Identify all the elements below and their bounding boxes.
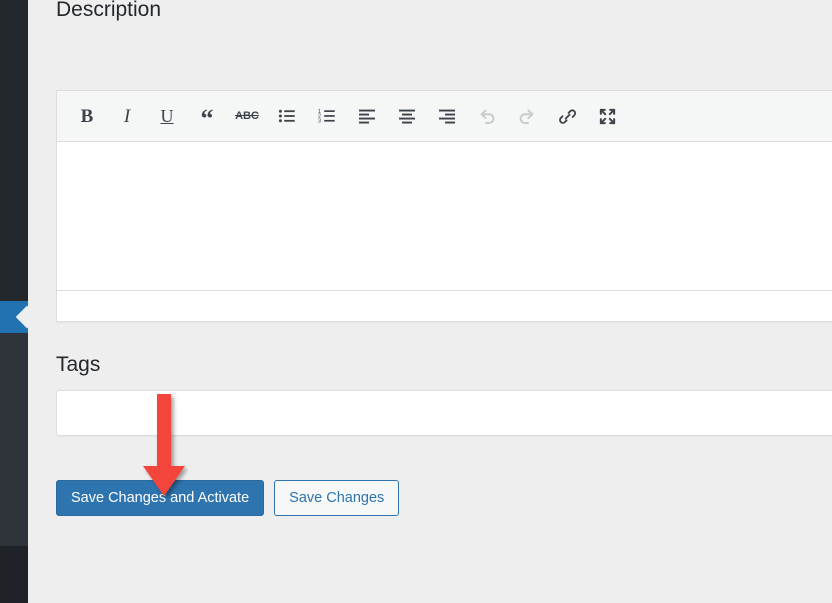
editor-toolbar: B I U “ ABC 1 2 3 (57, 91, 832, 142)
link-icon[interactable] (550, 99, 584, 133)
italic-icon[interactable]: I (110, 99, 144, 133)
sidebar-segment-middle (0, 333, 28, 546)
blockquote-glyph: “ (200, 104, 214, 133)
fullscreen-icon[interactable] (590, 99, 624, 133)
align-left-icon[interactable] (350, 99, 384, 133)
align-center-icon[interactable] (390, 99, 424, 133)
strikethrough-glyph: ABC (235, 110, 259, 122)
editor-statusbar (57, 290, 832, 321)
align-right-icon[interactable] (430, 99, 464, 133)
underline-icon[interactable]: U (150, 99, 184, 133)
main-content: Description B I U “ ABC 1 2 3 Tags Save … (28, 0, 832, 603)
svg-text:3: 3 (318, 119, 321, 125)
save-changes-and-activate-button[interactable]: Save Changes and Activate (56, 480, 265, 516)
tags-input[interactable] (56, 390, 832, 436)
undo-icon[interactable] (470, 99, 504, 133)
app-screenshot: Description B I U “ ABC 1 2 3 Tags Save … (0, 0, 832, 603)
form-actions: Save Changes and Activate Save Changes (56, 480, 400, 516)
admin-sidebar-rail (0, 0, 28, 603)
editor-content-area[interactable] (57, 142, 832, 290)
save-changes-button[interactable]: Save Changes (274, 480, 400, 516)
blockquote-icon[interactable]: “ (190, 99, 224, 133)
bold-icon[interactable]: B (70, 99, 104, 133)
underline-glyph: U (160, 106, 174, 126)
chevron-left-icon (15, 305, 28, 329)
bulleted-list-icon[interactable] (270, 99, 304, 133)
description-editor: B I U “ ABC 1 2 3 (56, 90, 832, 322)
strikethrough-icon[interactable]: ABC (230, 99, 264, 133)
collapse-menu-button[interactable] (0, 301, 28, 333)
bold-glyph: B (80, 105, 94, 127)
numbered-list-icon[interactable]: 1 2 3 (310, 99, 344, 133)
sidebar-segment-bottom (0, 546, 28, 603)
description-heading: Description (56, 0, 162, 21)
redo-icon[interactable] (510, 99, 544, 133)
italic-glyph: I (123, 105, 131, 127)
tags-heading: Tags (56, 353, 101, 376)
